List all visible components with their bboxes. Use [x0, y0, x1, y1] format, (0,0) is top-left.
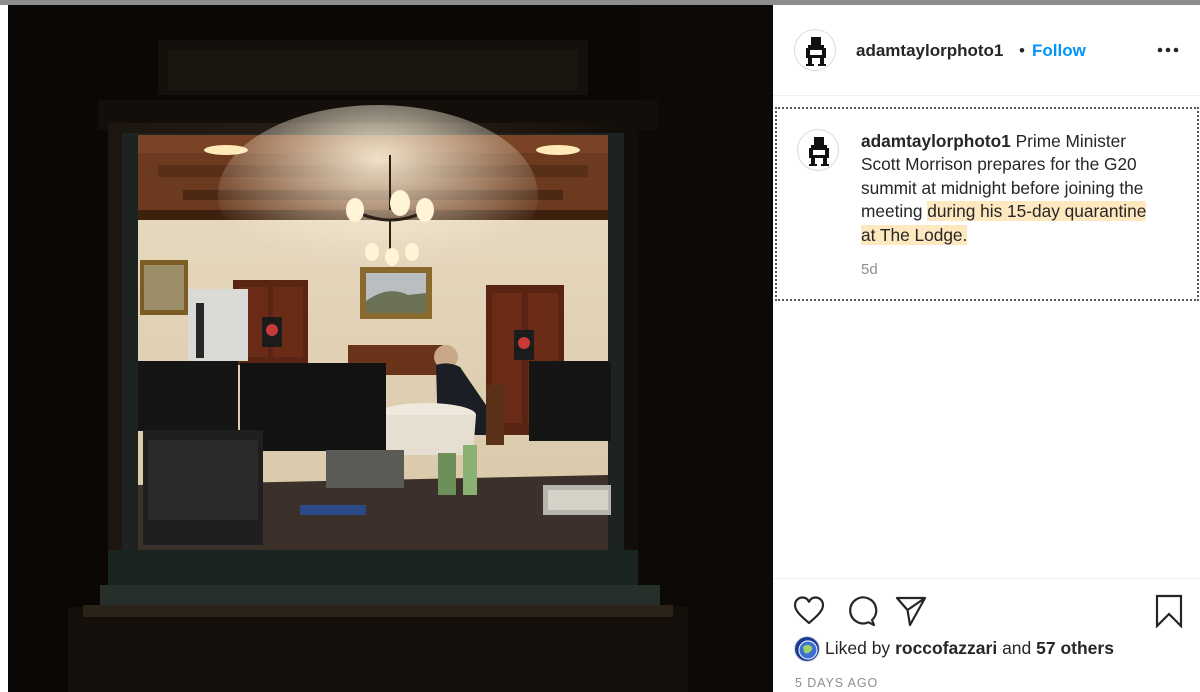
- heart-icon[interactable]: [792, 594, 826, 628]
- liker-avatar[interactable]: [794, 636, 820, 662]
- caption-timestamp[interactable]: 5d: [861, 261, 878, 278]
- robot-avatar-icon: [806, 37, 826, 66]
- caption-avatar[interactable]: [797, 129, 839, 171]
- post-date[interactable]: 5 DAYS AGO: [795, 676, 878, 690]
- post-photo[interactable]: [8, 5, 773, 692]
- post-details-panel: adamtaylorphoto1 • Follow adamtaylorphot…: [773, 5, 1200, 692]
- globe-avatar-icon: [795, 637, 819, 661]
- likes-others-count[interactable]: 57 others: [1036, 638, 1114, 658]
- photo-window-office-scene: [8, 5, 773, 692]
- liked-by-joiner: and: [1002, 638, 1032, 658]
- bookmark-icon[interactable]: [1152, 594, 1186, 628]
- caption-text: adamtaylorphoto1 Prime Minister Scott Mo…: [861, 130, 1161, 247]
- liker-username[interactable]: roccofazzari: [895, 638, 997, 658]
- post-actions: Liked by roccofazzari and 57 others 5 DA…: [773, 578, 1200, 692]
- follow-button[interactable]: Follow: [1032, 41, 1086, 61]
- left-edge-margin: [0, 5, 8, 692]
- paper-plane-icon[interactable]: [894, 594, 928, 628]
- header-username[interactable]: adamtaylorphoto1: [856, 41, 1003, 61]
- robot-avatar-icon: [809, 137, 829, 166]
- caption-section: adamtaylorphoto1 Prime Minister Scott Mo…: [775, 107, 1199, 301]
- liked-by-text: Liked by roccofazzari and 57 others: [825, 638, 1114, 659]
- header-separator-dot: •: [1019, 41, 1025, 60]
- comment-icon[interactable]: [844, 594, 878, 628]
- more-options-icon[interactable]: [1155, 40, 1181, 60]
- liked-by-prefix: Liked by: [825, 638, 891, 658]
- profile-avatar[interactable]: [794, 29, 836, 71]
- caption-username[interactable]: adamtaylorphoto1: [861, 131, 1011, 151]
- post-header: adamtaylorphoto1 • Follow: [773, 5, 1200, 96]
